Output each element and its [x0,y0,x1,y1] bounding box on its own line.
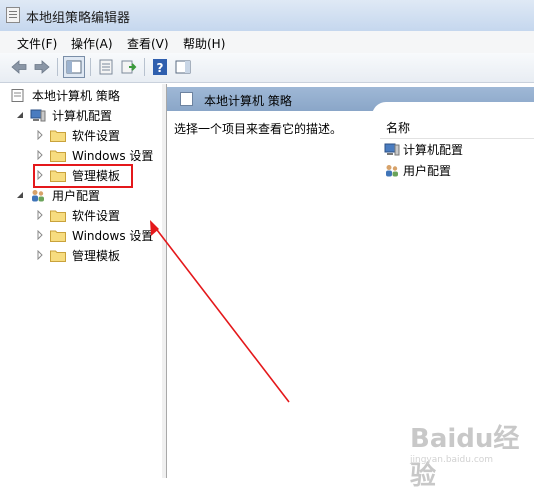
toolbar-separator [57,58,58,76]
help-icon[interactable]: ? [150,57,170,77]
tree-item-user-software-settings[interactable]: 软件设置 [36,205,120,225]
folder-icon [50,209,66,222]
back-arrow-icon[interactable] [9,57,29,77]
menu-bar: 文件(F) 操作(A) 查看(V) 帮助(H) [0,31,534,54]
folder-icon [50,149,66,162]
column-header-name[interactable]: 名称 [386,119,410,136]
folder-icon [50,229,66,242]
tree-item-software-settings[interactable]: 软件设置 [36,125,120,145]
tree-item-label: 管理模板 [72,248,121,263]
policy-icon [180,92,193,106]
tree-item-user-windows-settings[interactable]: Windows 设置 [36,225,153,245]
tree-item-user-config[interactable]: 用户配置 [16,185,100,205]
show-hide-tree-icon[interactable] [63,56,85,78]
column-divider [380,138,534,139]
description-text: 选择一个项目来查看它的描述。 [174,122,343,136]
tree-item-computer-config[interactable]: 计算机配置 [16,105,112,125]
collapsed-triangle-icon[interactable] [36,230,44,240]
list-item-label: 计算机配置 [403,142,464,157]
title-bar: 本地组策略编辑器 [0,0,534,32]
tree-root-label: 本地计算机 策略 [32,88,120,103]
svg-text:?: ? [157,61,164,75]
tree-item-label: Windows 设置 [72,228,154,243]
forward-arrow-icon[interactable] [32,57,52,77]
menu-file[interactable]: 文件(F) [17,35,57,52]
menu-view[interactable]: 查看(V) [127,35,169,52]
toolbar: ? [0,53,534,83]
console-tree: 本地计算机 策略 计算机配置 软件设置 Windows 设置 管理模板 用户配置… [5,84,163,478]
folder-icon [50,249,66,262]
users-icon [30,189,46,202]
collapsed-triangle-icon[interactable] [36,130,44,140]
watermark-url: jingyan.baidu.com [410,455,494,465]
tree-item-label: Windows 设置 [72,148,154,163]
tree-item-label: 软件设置 [72,208,121,223]
list-item-user-config[interactable]: 用户配置 [384,161,451,179]
menu-help[interactable]: 帮助(H) [183,35,225,52]
toolbar-separator [144,58,145,76]
highlight-box [33,164,133,188]
tree-root[interactable]: 本地计算机 策略 [10,85,120,105]
tree-item-label: 用户配置 [52,188,101,203]
window-title: 本地组策略编辑器 [26,11,131,26]
list-item-computer-config[interactable]: 计算机配置 [384,140,463,158]
tree-item-label: 软件设置 [72,128,121,143]
policy-icon [10,88,26,102]
collapsed-triangle-icon[interactable] [36,150,44,160]
tree-item-windows-settings[interactable]: Windows 设置 [36,145,153,165]
collapsed-triangle-icon[interactable] [36,210,44,220]
export-list-icon[interactable] [119,57,139,77]
computer-icon [384,143,400,155]
show-action-pane-icon[interactable] [173,57,193,77]
expanded-triangle-icon[interactable] [16,190,24,200]
computer-icon [30,109,46,122]
expanded-triangle-icon[interactable] [16,110,24,120]
list-item-label: 用户配置 [403,163,452,178]
toolbar-separator [90,58,91,76]
details-header-title: 本地计算机 策略 [204,94,292,108]
users-icon [386,164,398,176]
properties-icon[interactable] [96,57,116,77]
collapsed-triangle-icon[interactable] [36,250,44,260]
folder-icon [50,129,66,142]
tree-item-label: 计算机配置 [52,108,113,123]
menu-action[interactable]: 操作(A) [71,35,113,52]
tree-item-user-admin-templates[interactable]: 管理模板 [36,245,120,265]
app-icon [6,7,20,23]
